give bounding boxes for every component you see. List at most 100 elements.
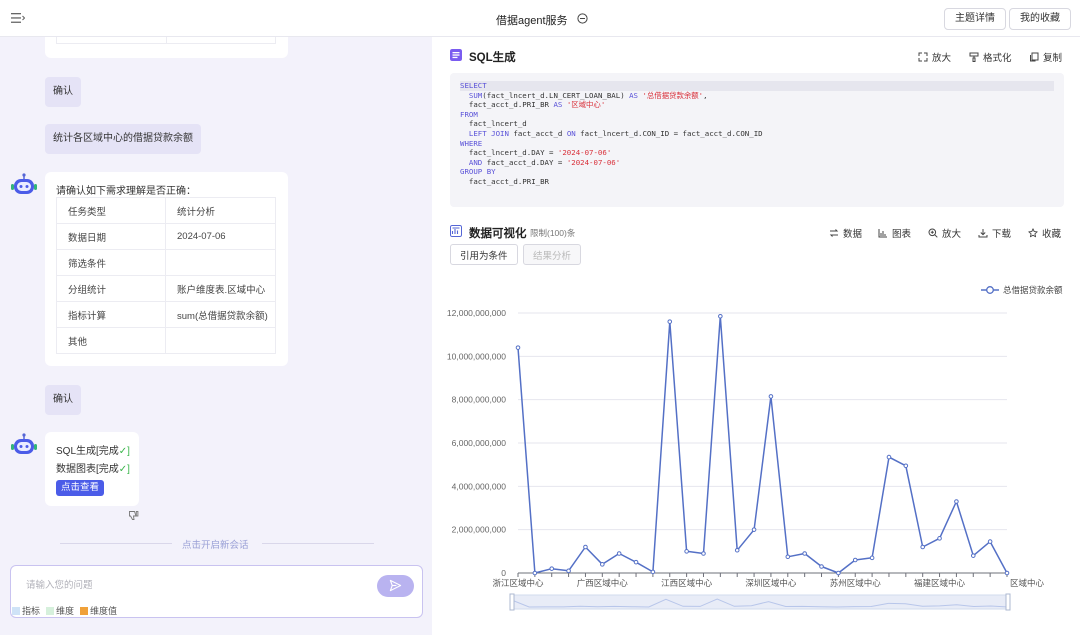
data-point xyxy=(633,559,639,565)
data-point xyxy=(869,555,875,561)
user-message-query: 统计各区域中心的借据贷款余额 xyxy=(45,124,201,154)
viz-zoom-button[interactable]: 放大 xyxy=(928,226,961,240)
sql-code-line: WHERE xyxy=(460,139,1054,149)
sql-keyword: FROM xyxy=(460,109,478,119)
sql-code-line: fact_lncert_d xyxy=(460,119,1054,129)
sql-code-block[interactable]: SELECT SUM(fact_lncert_d.LN_CERT_LOAN_BA… xyxy=(450,73,1064,207)
expand-icon xyxy=(918,52,928,62)
tag-item-dimension-value[interactable]: 维度值 xyxy=(80,604,117,617)
requirement-table: 任务类型 统计分析 数据日期 2024-07-06 筛选条件 分组统计 账户维度表.区… xyxy=(56,197,276,354)
sql-string: '2024-07-06' xyxy=(566,157,621,167)
requirement-key: 任务类型 xyxy=(56,197,166,224)
swap-icon xyxy=(829,229,839,237)
legend-marker xyxy=(986,286,994,294)
table-row: 数据日期 2024-07-06 xyxy=(56,223,276,250)
sql-string: '2024-07-06' xyxy=(557,148,612,158)
legend-label: 总借据贷款余额 xyxy=(1003,285,1063,295)
zoom-handle-right[interactable] xyxy=(1005,593,1011,611)
topic-details-button[interactable]: 主题详情 xyxy=(944,8,1006,30)
tag-label: 维度值 xyxy=(90,606,118,616)
my-favorites-button[interactable]: 我的收藏 xyxy=(1009,8,1071,30)
sql-status-text: SQL生成[完成 xyxy=(56,446,119,457)
sql-text: fact_lncert_d.DAY = xyxy=(460,148,558,158)
sql-code-line: AND fact_acct_d.DAY = '2024-07-06' xyxy=(460,158,1054,168)
viz-download-button[interactable]: 下载 xyxy=(978,226,1011,240)
sql-format-button[interactable]: 格式化 xyxy=(969,50,1012,64)
zoom-slider-track xyxy=(511,594,1009,610)
sql-code-line: fact_lncert_d.DAY = '2024-07-06' xyxy=(460,148,1054,158)
requirement-value xyxy=(165,327,276,354)
viz-data-button[interactable]: 数据 xyxy=(829,226,862,240)
requirement-value: sum(总借据贷款余额) xyxy=(165,301,276,328)
thumbs-down-icon[interactable] xyxy=(128,510,139,521)
data-point xyxy=(802,551,807,556)
tool-label: 数据 xyxy=(843,229,863,240)
x-tick-label: 江西区域中心 xyxy=(661,578,713,588)
data-point xyxy=(920,544,925,550)
sql-text: (fact_lncert_d.LN_CERT_LOAN_BAL) xyxy=(482,90,630,100)
data-point xyxy=(650,569,656,575)
tool-label: 放大 xyxy=(942,229,962,240)
data-point xyxy=(684,549,689,554)
bar-chart-icon xyxy=(878,229,887,238)
tag-item-metric[interactable]: 指标 xyxy=(12,604,40,617)
tool-label: 放大 xyxy=(932,53,952,64)
sql-keyword: SUM xyxy=(468,90,483,100)
sql-zoom-button[interactable]: 放大 xyxy=(918,50,951,64)
chat-input[interactable] xyxy=(26,577,356,593)
y-tick-label: 6,000,000,000 xyxy=(452,438,507,448)
info-icon[interactable] xyxy=(577,13,588,24)
x-tick-label: 区域中心 xyxy=(1010,578,1045,588)
new-chat-link[interactable]: 点击开启新会话 xyxy=(182,537,249,551)
user-message-text: 确认 xyxy=(53,394,73,405)
viz-chart-button[interactable]: 图表 xyxy=(878,226,911,240)
result-panel: SQL生成 放大 格式化 复制 SELECT SUM(fact_lncert_d… xyxy=(432,37,1080,635)
x-tick-label: 广西区域中心 xyxy=(577,578,629,588)
user-message-confirm: 确认 xyxy=(45,385,81,415)
sql-code-line: fact_acct_d.PRI_BR xyxy=(460,177,1054,187)
data-point xyxy=(734,547,740,553)
x-tick-label: 深圳区域中心 xyxy=(745,578,797,588)
menu-icon[interactable] xyxy=(11,12,25,24)
view-result-button[interactable]: 点击查看 xyxy=(56,480,104,496)
requirement-value: 账户维度表.区域中心 xyxy=(165,275,276,302)
sql-code-line: SELECT xyxy=(460,81,1054,91)
tag-label: 指标 xyxy=(22,606,41,616)
x-tick-label: 福建区域中心 xyxy=(914,578,966,588)
viz-favorite-button[interactable]: 收藏 xyxy=(1028,226,1061,240)
sql-section-title: SQL生成 xyxy=(469,52,516,64)
result-analysis-button[interactable]: 结果分析 xyxy=(523,244,582,265)
cite-as-condition-button[interactable]: 引用为条件 xyxy=(450,244,518,265)
divider xyxy=(60,543,172,544)
sql-text: fact_acct_d.PRI_BR xyxy=(460,176,549,186)
send-icon xyxy=(389,579,402,592)
send-button[interactable] xyxy=(377,575,414,597)
sql-keyword: ON xyxy=(566,128,576,138)
tool-label: 下载 xyxy=(992,229,1012,240)
data-point xyxy=(515,345,521,350)
chart-section-icon xyxy=(450,225,462,237)
data-point xyxy=(886,454,892,460)
tool-label: 复制 xyxy=(1043,53,1063,64)
data-point xyxy=(616,551,622,556)
data-point xyxy=(785,554,791,560)
tag-legend: 指标 维度 维度值 xyxy=(12,604,117,617)
sql-copy-button[interactable]: 复制 xyxy=(1029,50,1062,64)
requirement-key: 其他 xyxy=(56,327,166,354)
chart-status: 数据图表[完成✓] xyxy=(56,460,130,475)
y-tick-label: 2,000,000,000 xyxy=(452,525,507,535)
data-point xyxy=(600,562,605,567)
requirement-value xyxy=(165,249,276,276)
sql-keyword: LEFT JOIN xyxy=(468,128,509,138)
data-point xyxy=(903,463,909,469)
y-tick-label: 4,000,000,000 xyxy=(452,481,507,491)
data-point xyxy=(549,566,555,571)
tag-item-dimension[interactable]: 维度 xyxy=(46,604,74,617)
sql-status: SQL生成[完成✓] xyxy=(56,442,130,457)
copy-icon xyxy=(1030,52,1039,62)
requirement-value: 2024-07-06 xyxy=(165,223,276,250)
data-point xyxy=(532,570,538,576)
zoom-handle-left[interactable] xyxy=(509,593,515,611)
